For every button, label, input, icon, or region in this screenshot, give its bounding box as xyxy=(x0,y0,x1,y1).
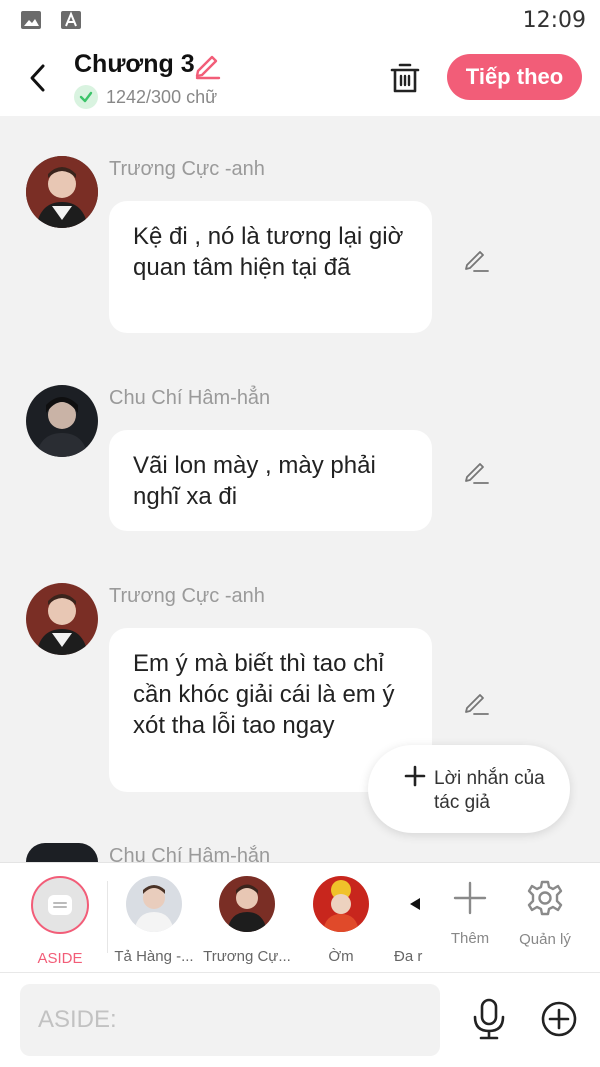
plus-icon xyxy=(404,765,426,787)
sender-name: Chu Chí Hâm-hẳn xyxy=(109,845,271,862)
author-note-label: Lời nhắn của tác giả xyxy=(434,768,545,813)
manage-characters-button[interactable]: Quản lý xyxy=(505,877,585,948)
tool-label: Quản lý xyxy=(519,931,571,948)
microphone-icon[interactable] xyxy=(470,997,508,1041)
character-label: ASIDE xyxy=(37,950,83,967)
character-aside[interactable]: ASIDE xyxy=(15,873,105,967)
check-icon xyxy=(74,85,98,109)
avatar[interactable] xyxy=(26,156,98,228)
image-icon xyxy=(21,11,41,29)
character-label: Ờm xyxy=(328,948,354,965)
character-avatar xyxy=(408,876,420,932)
add-character-button[interactable]: Thêm xyxy=(430,877,510,947)
edit-message-icon[interactable] xyxy=(462,457,490,485)
status-time: 12:09 xyxy=(522,8,586,33)
character-item[interactable]: Tả Hàng -... xyxy=(109,873,199,965)
back-button[interactable] xyxy=(18,58,58,98)
chapter-title: Chương 3 xyxy=(74,50,195,78)
edit-message-icon[interactable] xyxy=(462,245,490,273)
character-label: Đa r xyxy=(394,948,423,965)
aside-avatar xyxy=(31,876,89,934)
status-bar: 12:09 xyxy=(0,0,600,40)
character-avatar xyxy=(219,876,275,932)
author-note-button[interactable]: Lời nhắn của tác giả xyxy=(368,745,570,833)
message-input[interactable] xyxy=(20,984,440,1056)
avatar[interactable] xyxy=(26,385,98,457)
edit-title-icon[interactable] xyxy=(192,50,222,80)
next-button[interactable]: Tiếp theo xyxy=(447,54,582,100)
avatar[interactable] xyxy=(26,583,98,655)
word-count-text: 1242/300 chữ xyxy=(106,86,218,107)
message-bubble[interactable]: Kệ đi , nó là tương lại giờ quan tâm hiệ… xyxy=(109,201,432,333)
delete-button[interactable] xyxy=(386,58,424,98)
character-item[interactable]: Trương Cự... xyxy=(202,873,292,965)
avatar[interactable] xyxy=(26,843,98,862)
plus-icon xyxy=(453,881,487,915)
chapter-header: Chương 3 1242/300 chữ Tiếp theo xyxy=(0,40,600,116)
character-item[interactable]: Ờm xyxy=(296,873,386,965)
chevron-left-icon xyxy=(30,64,45,92)
word-count: 1242/300 chữ xyxy=(74,84,217,110)
sender-name: Trương Cực -anh xyxy=(109,585,265,607)
tool-label: Thêm xyxy=(450,930,490,947)
sender-name: Chu Chí Hâm-hẳn xyxy=(109,387,271,409)
input-bar xyxy=(0,972,600,1067)
add-circle-icon[interactable] xyxy=(540,1000,578,1038)
character-bar: ASIDE Tả Hàng -... Trương Cự... Ờm Đa r … xyxy=(0,862,600,972)
character-label: Trương Cự... xyxy=(203,948,291,965)
font-a-icon xyxy=(61,11,81,29)
sender-name: Trương Cực -anh xyxy=(109,158,265,180)
character-avatar xyxy=(126,876,182,932)
message-bubble[interactable]: Vãi lon mày , mày phải nghĩ xa đi xyxy=(109,430,432,531)
divider xyxy=(107,881,108,953)
gear-icon xyxy=(527,880,563,916)
character-label: Tả Hàng -... xyxy=(114,948,194,965)
edit-message-icon[interactable] xyxy=(462,688,490,716)
character-item[interactable]: Đa r xyxy=(390,873,434,965)
trash-icon xyxy=(390,63,420,93)
chat-bubble-icon xyxy=(48,895,72,915)
character-avatar xyxy=(313,876,369,932)
